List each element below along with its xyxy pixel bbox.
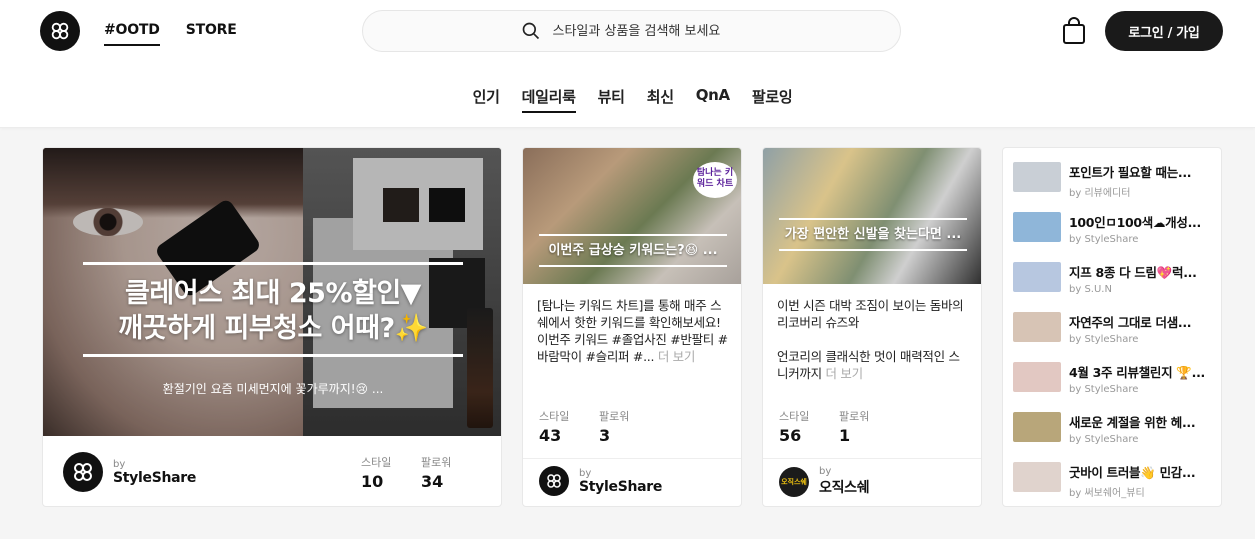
header: #OOTD STORE 로그인 / 가입 인기 데일리룩 뷰티 최신 QnA 팔… [0,0,1255,128]
featured-title-line1: 클레어스 최대 25%할인▼ [125,278,421,309]
follower-count: 3 [599,426,611,445]
list-item[interactable]: 자연주의 그대로 더샘... by StyleShare [1013,312,1211,362]
list-item[interactable]: 굿바이 트러블👋 민감... by 써보쉐어_뷰티 [1013,462,1211,506]
list-author: by 리뷰에디터 [1069,188,1131,199]
list-title[interactable]: 굿바이 트러블👋 민감... [1069,462,1211,481]
list-thumbnail[interactable] [1013,262,1061,292]
follower-count: 34 [421,472,444,491]
description-text: [탐나는 키워드 차트]를 통해 매주 스쉐에서 핫한 키워드를 확인해보세요!… [537,298,728,364]
follower-stat: 팔로워 1 [839,408,869,445]
style-label: 스타일 [361,456,392,469]
more-link[interactable]: 더 보기 [826,366,864,381]
list-author: by StyleShare [1069,434,1139,445]
follower-stat: 팔로워 34 [421,454,451,491]
tab-dailylook[interactable]: 데일리룩 [521,86,576,113]
description-line2: 언코리의 클래식한 멋이 매력적인 스니커까지 [777,349,960,381]
search-bar[interactable] [362,10,901,52]
list-thumbnail[interactable] [1013,162,1061,192]
follower-count: 1 [839,426,851,445]
list-item[interactable]: 100인ㅁ100색☁개성... by StyleShare [1013,212,1211,262]
featured-subtitle: 환절기인 요즘 미세먼지에 꽃가루까지!😢 ... [162,382,384,396]
logo-icon[interactable] [40,11,80,51]
author-block[interactable]: 오직스쉐 by 오직스쉐 [779,466,870,497]
avatar[interactable] [63,452,103,492]
post-description: [탐나는 키워드 차트]를 통해 매주 스쉐에서 핫한 키워드를 확인해보세요!… [537,297,729,383]
author-block[interactable]: by StyleShare [63,452,196,492]
style-label: 스타일 [539,410,570,423]
list-title[interactable]: 자연주의 그대로 더샘... [1069,312,1211,331]
tab-following[interactable]: 팔로잉 [752,86,793,113]
by-label: by [579,467,592,479]
list-author: by StyleShare [1069,234,1139,245]
list-title[interactable]: 새로운 계절을 위한 헤... [1069,412,1211,431]
style-stat: 스타일 43 [539,408,569,445]
search-icon[interactable] [521,21,541,41]
author-name[interactable]: StyleShare [579,479,662,495]
follower-label: 팔로워 [839,410,870,423]
featured-card[interactable]: 클레어스 최대 25%할인▼ 깨끗하게 피부청소 어때?✨ 환절기인 요즘 미세… [42,147,502,507]
style-count: 10 [361,472,384,491]
post-description: 이번 시즌 대박 조짐이 보이는 돔바의 리코버리 슈즈와 언코리의 클래식한 … [777,297,969,383]
list-author: by StyleShare [1069,334,1139,345]
list-author: by StyleShare [1069,384,1139,395]
style-count: 43 [539,426,562,445]
thumbnail-caption: 이번주 급상승 키워드는?😆 ... [539,234,727,267]
post-card-keyword[interactable]: 탐나는 키워드 차트 이번주 급상승 키워드는?😆 ... [탐나는 키워드 차… [522,147,742,507]
thumbnail-caption: 가장 편안한 신발을 찾는다면 ... [779,218,967,251]
search-input[interactable] [552,23,743,39]
style-stat: 스타일 56 [779,408,809,445]
style-label: 스타일 [779,410,810,423]
list-title[interactable]: 지프 8종 다 드림💖럭... [1069,262,1211,281]
avatar[interactable] [539,466,569,496]
tab-popular[interactable]: 인기 [473,86,500,113]
author-name[interactable]: 오직스쉐 [819,477,870,497]
featured-title-line2: 깨끗하게 피부청소 어때?✨ [118,313,428,344]
featured-title: 클레어스 최대 25%할인▼ 깨끗하게 피부청소 어때?✨ [73,276,473,346]
list-thumbnail[interactable] [1013,412,1061,442]
list-thumbnail[interactable] [1013,362,1061,392]
divider [763,458,981,459]
featured-overlay: 클레어스 최대 25%할인▼ 깨끗하게 피부청소 어때?✨ 환절기인 요즘 미세… [43,148,501,436]
follower-label: 팔로워 [421,456,452,469]
divider [523,458,741,459]
author-block[interactable]: by StyleShare [539,466,662,496]
shopping-bag-icon[interactable] [1062,17,1086,45]
login-button[interactable]: 로그인 / 가입 [1105,11,1223,51]
list-thumbnail[interactable] [1013,212,1061,242]
list-item[interactable]: 4월 3주 리뷰챌린지 🏆... by StyleShare [1013,362,1211,412]
style-count: 56 [779,426,802,445]
list-author: by 써보쉐어_뷰티 [1069,488,1145,499]
list-item[interactable]: 새로운 계절을 위한 헤... by StyleShare [1013,412,1211,462]
avatar[interactable]: 오직스쉐 [779,466,809,497]
nav-store[interactable]: STORE [186,22,237,46]
recommended-list: 포인트가 필요할 때는... by 리뷰에디터 100인ㅁ100색☁개성... by… [1002,147,1222,507]
tab-qna[interactable]: QnA [696,86,730,113]
list-thumbnail[interactable] [1013,462,1061,492]
tab-beauty[interactable]: 뷰티 [598,86,625,113]
list-title[interactable]: 포인트가 필요할 때는... [1069,162,1211,181]
nav-ootd[interactable]: #OOTD [104,22,160,46]
style-stat: 스타일 10 [361,454,391,491]
top-nav: #OOTD STORE [104,22,237,46]
list-thumbnail[interactable] [1013,312,1061,342]
follower-stat: 팔로워 3 [599,408,629,445]
list-title[interactable]: 100인ㅁ100색☁개성... [1069,212,1211,231]
by-label: by [113,458,126,470]
post-thumbnail[interactable]: 탐나는 키워드 차트 이번주 급상승 키워드는?😆 ... [523,148,741,284]
list-item[interactable]: 포인트가 필요할 때는... by 리뷰에디터 [1013,162,1211,212]
description-line1: 이번 시즌 대박 조짐이 보이는 돔바의 리코버리 슈즈와 [777,298,964,330]
post-card-shoes[interactable]: 가장 편안한 신발을 찾는다면 ... 이번 시즌 대박 조짐이 보이는 돔바의… [762,147,982,507]
list-title[interactable]: 4월 3주 리뷰챌린지 🏆... [1069,362,1211,381]
keyword-chart-badge: 탐나는 키워드 차트 [693,162,737,198]
list-author: by S.U.N [1069,284,1112,295]
category-tabs: 인기 데일리룩 뷰티 최신 QnA 팔로잉 [0,86,1255,113]
by-label: by [819,466,832,477]
more-link[interactable]: 더 보기 [658,349,696,364]
post-thumbnail[interactable]: 가장 편안한 신발을 찾는다면 ... [763,148,981,284]
author-name[interactable]: StyleShare [113,470,196,486]
tab-latest[interactable]: 최신 [647,86,674,113]
follower-label: 팔로워 [599,410,630,423]
list-item[interactable]: 지프 8종 다 드림💖럭... by S.U.N [1013,262,1211,312]
